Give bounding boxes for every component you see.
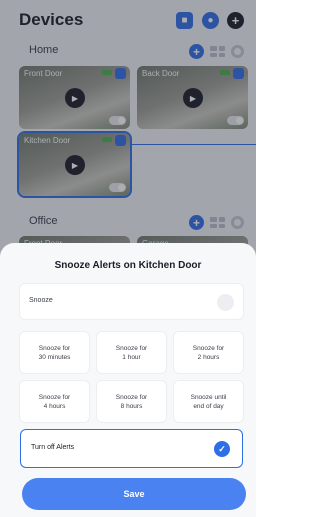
snooze-option-4-hours[interactable]: Snooze for 4 hours [19,380,90,423]
snooze-option-2-hours[interactable]: Snooze for 2 hours [173,331,244,374]
snooze-option-30-minutes[interactable]: Snooze for 30 minutes [19,331,90,374]
sheet-title: Snooze Alerts on Kitchen Door [54,260,202,271]
snooze-option-1-hour[interactable]: Snooze for 1 hour [96,331,167,374]
snooze-label: Snooze [29,297,53,304]
snooze-option-end-of-day[interactable]: Snooze until end of day [173,380,244,423]
turn-off-alerts-option[interactable]: Turn off Alerts ✓ [20,429,243,468]
snooze-option-8-hours[interactable]: Snooze for 8 hours [96,380,167,423]
check-icon: ✓ [214,441,230,457]
snooze-row[interactable]: Snooze [19,283,244,320]
save-button[interactable]: Save [22,478,246,510]
snooze-radio[interactable] [217,294,234,311]
snooze-alerts-sheet: Snooze Alerts on Kitchen Door Snooze Sno… [0,243,256,517]
turn-off-alerts-label: Turn off Alerts [31,444,75,451]
